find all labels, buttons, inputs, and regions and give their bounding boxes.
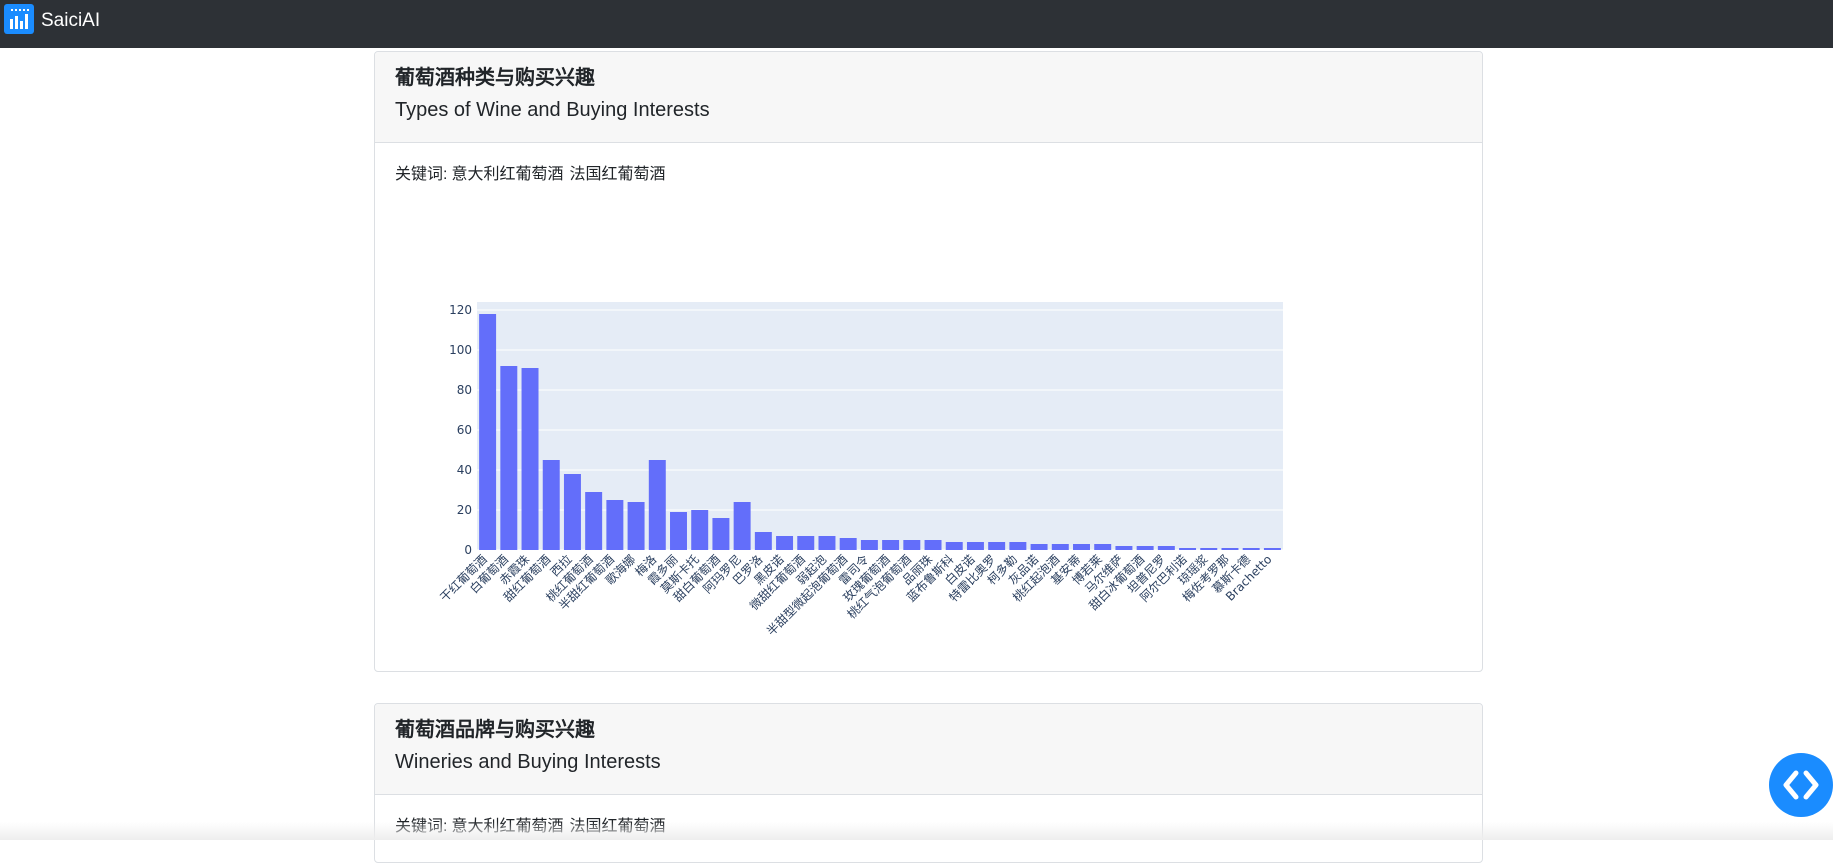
bar[interactable] [733, 502, 751, 550]
bottom-scroll-shadow [0, 822, 1833, 840]
bar[interactable] [521, 368, 539, 550]
card-title-en: Wineries and Buying Interests [395, 751, 661, 773]
bar-chart-logo-icon[interactable] [4, 4, 34, 34]
y-tick-label: 20 [457, 503, 472, 517]
bar[interactable] [1009, 542, 1027, 550]
card-header: 葡萄酒品牌与购买兴趣 Wineries and Buying Interests [375, 704, 1482, 795]
bar[interactable] [1242, 548, 1260, 550]
top-navbar: SaiciAI [0, 0, 1833, 48]
bar[interactable] [1073, 544, 1090, 550]
bar[interactable] [966, 542, 984, 550]
bar[interactable] [585, 492, 603, 550]
bar[interactable] [500, 366, 518, 550]
y-tick-label: 40 [457, 463, 472, 477]
bar[interactable] [776, 536, 794, 550]
y-tick-label: 120 [449, 303, 472, 317]
bar[interactable] [1221, 548, 1239, 550]
bar[interactable] [1263, 548, 1281, 550]
bar[interactable] [712, 518, 730, 550]
bar[interactable] [1030, 544, 1048, 550]
bar[interactable] [670, 512, 687, 550]
bar[interactable] [691, 510, 709, 550]
y-tick-label: 60 [457, 423, 472, 437]
wine-types-card: 葡萄酒种类与购买兴趣 Types of Wine and Buying Inte… [374, 51, 1483, 672]
bar[interactable] [797, 536, 815, 550]
y-tick-label: 80 [457, 383, 472, 397]
bar[interactable] [860, 540, 878, 550]
y-tick-label: 100 [449, 343, 472, 357]
bar[interactable] [1200, 548, 1218, 550]
bar[interactable] [1051, 544, 1069, 550]
bar[interactable] [606, 500, 624, 550]
bar[interactable] [882, 540, 900, 550]
bar[interactable] [1136, 546, 1154, 550]
y-tick-label: 0 [464, 543, 472, 557]
bar[interactable] [1094, 544, 1112, 550]
brand-name[interactable]: SaiciAI [41, 10, 100, 32]
bar[interactable] [818, 536, 836, 550]
bar[interactable] [1179, 548, 1197, 550]
code-icon [1783, 770, 1819, 800]
bar[interactable] [563, 474, 581, 550]
bar[interactable] [924, 540, 942, 550]
bar[interactable] [542, 460, 560, 550]
bar[interactable] [1115, 546, 1133, 550]
code-toggle-button[interactable] [1769, 753, 1833, 817]
bar[interactable] [648, 460, 666, 550]
bar[interactable] [754, 532, 772, 550]
card-title-zh: 葡萄酒品牌与购买兴趣 [395, 719, 595, 741]
bar[interactable] [1157, 546, 1175, 550]
bar[interactable] [627, 502, 645, 550]
bar[interactable] [945, 542, 963, 550]
wine-types-bar-chart[interactable]: 020406080100120干红葡萄酒白葡萄酒赤霞珠甜红葡萄酒西拉桃红葡萄酒半… [375, 52, 1482, 671]
bar[interactable] [903, 540, 921, 550]
bar[interactable] [479, 314, 497, 550]
bar[interactable] [839, 538, 857, 550]
bar[interactable] [988, 542, 1006, 550]
